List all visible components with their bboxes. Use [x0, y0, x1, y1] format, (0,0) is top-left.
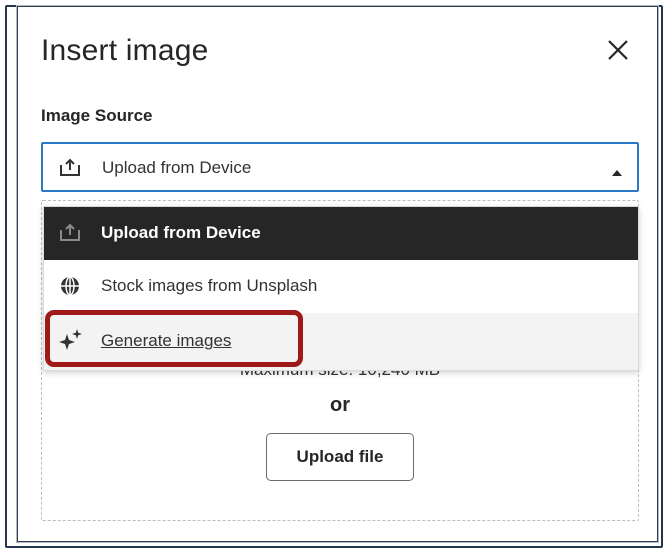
- image-source-label: Image Source: [41, 106, 153, 125]
- option-label: Generate images: [101, 331, 232, 350]
- option-generate-images[interactable]: Generate images: [44, 313, 638, 370]
- option-stock-images-unsplash[interactable]: Stock images from Unsplash: [44, 260, 638, 313]
- upload-icon: [59, 157, 81, 182]
- close-icon: [608, 40, 628, 60]
- globe-icon: [59, 275, 81, 302]
- option-label: Stock images from Unsplash: [101, 276, 318, 295]
- upload-file-button[interactable]: Upload file: [266, 433, 414, 481]
- or-text: or: [330, 394, 350, 416]
- option-upload-from-device[interactable]: Upload from Device: [44, 207, 638, 260]
- caret-up-icon: [611, 164, 623, 182]
- option-label: Upload from Device: [101, 223, 261, 242]
- image-source-value: Upload from Device: [102, 158, 252, 177]
- image-source-select[interactable]: Upload from Device: [41, 142, 639, 192]
- image-source-menu: Upload from Device Stock images from Uns…: [43, 206, 639, 371]
- sparkle-icon: [59, 328, 83, 355]
- dialog-title: Insert image: [41, 34, 209, 67]
- close-button[interactable]: [604, 36, 632, 64]
- upload-icon: [59, 222, 81, 247]
